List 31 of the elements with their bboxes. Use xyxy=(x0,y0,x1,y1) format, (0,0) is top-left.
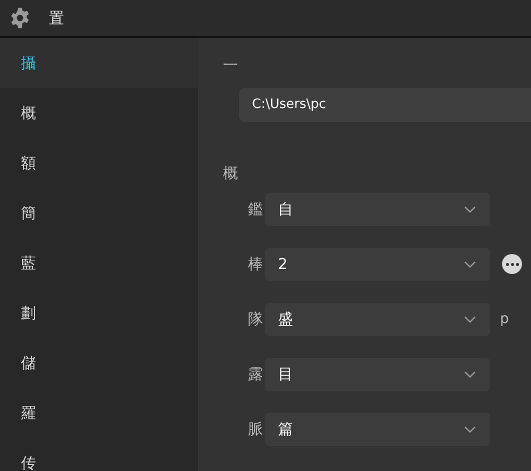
section-label: 概 xyxy=(223,163,239,184)
chevron-down-icon xyxy=(464,206,476,212)
chevron-down-icon xyxy=(464,316,476,322)
field-label: 棒 xyxy=(247,254,264,275)
sidebar-item[interactable]: 額 xyxy=(0,138,198,188)
dropdown[interactable]: 2 xyxy=(265,248,490,280)
dropdown[interactable]: 盛 xyxy=(265,302,490,336)
path-field[interactable]: C:\Users\pc xyxy=(239,88,531,122)
dropdown[interactable]: 目 xyxy=(265,358,490,390)
dropdown[interactable]: 自 xyxy=(265,192,490,226)
sidebar-item[interactable]: 羅 xyxy=(0,388,198,438)
field-label: 鑑 xyxy=(247,198,264,220)
sidebar-item[interactable]: 攝 xyxy=(0,38,198,88)
chevron-down-icon xyxy=(464,260,476,268)
dropdown[interactable]: 篇 xyxy=(265,412,490,446)
field-label: 隊 xyxy=(247,308,264,330)
chevron-down-icon xyxy=(464,370,476,378)
sidebar-item[interactable]: 儲 xyxy=(0,338,198,388)
sidebar-item[interactable]: 传 xyxy=(0,438,198,471)
field-label: 露 xyxy=(247,364,264,385)
window-title: 置 xyxy=(49,8,64,29)
gear-icon xyxy=(9,7,31,29)
sidebar-item[interactable]: 概 xyxy=(0,88,198,138)
sidebar-item[interactable]: 劃 xyxy=(0,288,198,338)
chevron-down-icon xyxy=(464,426,476,432)
side-text: p xyxy=(500,310,509,328)
sidebar-item[interactable]: 藍 xyxy=(0,238,198,288)
section-heading: 一 xyxy=(223,55,239,74)
sidebar-item[interactable]: 簡 xyxy=(0,188,198,238)
more-button[interactable] xyxy=(502,254,522,274)
field-label: 脈 xyxy=(247,418,264,440)
